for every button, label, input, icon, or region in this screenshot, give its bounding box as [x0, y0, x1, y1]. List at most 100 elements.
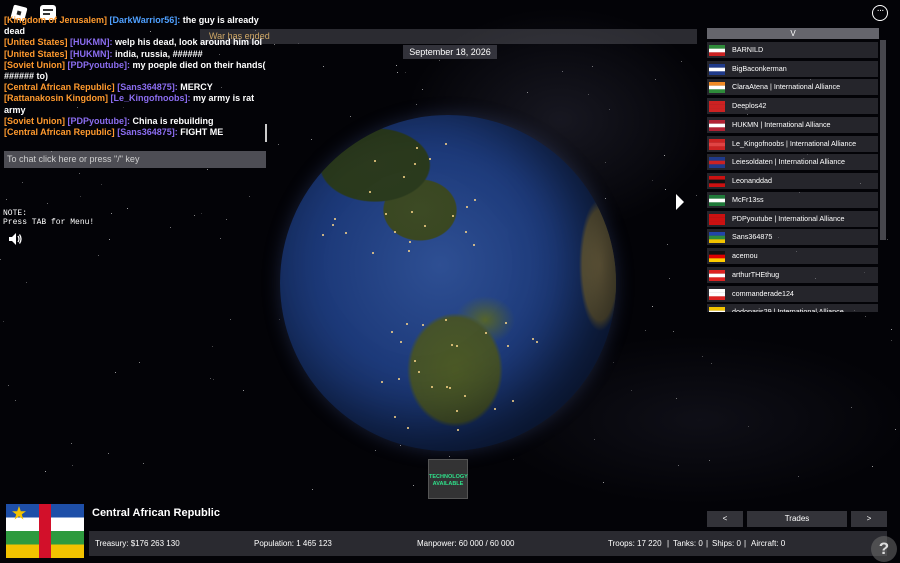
star	[422, 89, 423, 90]
star	[201, 213, 202, 214]
player-name: dodoparis29 | International Alliance	[732, 307, 844, 312]
player-name: ClaraAtena | International Alliance	[732, 82, 841, 92]
star	[872, 466, 873, 467]
chat-country-tag: [Central African Republic]	[4, 127, 115, 138]
star	[711, 363, 712, 364]
chat-input[interactable]: To chat click here or press "/" key	[4, 151, 266, 168]
star	[652, 180, 653, 181]
chat-message: [Soviet Union] [PDPyoutube]: my poeple d…	[4, 60, 266, 82]
star	[109, 239, 110, 240]
player-flag-icon	[709, 101, 725, 112]
chat-username[interactable]: [Le_Kingofnoobs]:	[111, 93, 191, 103]
star	[8, 385, 9, 386]
star	[212, 346, 213, 347]
player-row[interactable]: McFr13ss	[707, 191, 878, 208]
next-button[interactable]: >	[851, 511, 887, 527]
player-row[interactable]: Leiesoldaten | International Alliance	[707, 154, 878, 171]
player-flag-icon	[709, 44, 725, 56]
player-row[interactable]: arthurTHEthug	[707, 266, 878, 283]
player-name: Sans364875	[732, 232, 773, 242]
player-flag-icon	[709, 63, 725, 75]
more-menu-icon[interactable]: ···	[872, 5, 888, 21]
star	[891, 340, 892, 341]
star	[6, 199, 7, 200]
city-light	[465, 231, 467, 233]
population-stat: Population: 1 465 123	[254, 539, 332, 548]
chat-username[interactable]: [HUKMN]:	[70, 37, 113, 47]
city-light	[406, 323, 408, 325]
star	[652, 306, 653, 307]
player-flag-icon	[709, 138, 725, 150]
city-light	[485, 332, 487, 334]
chat-message: [United States] [HUKMN]: india, russia, …	[4, 49, 266, 60]
earth-globe[interactable]	[280, 115, 616, 451]
city-light	[345, 232, 347, 234]
player-row[interactable]: BigBaconkerman	[707, 60, 878, 77]
stat-separator: |	[667, 539, 670, 548]
player-row[interactable]: ClaraAtena | International Alliance	[707, 79, 878, 96]
technology-available-button[interactable]: TECHNOLOGY AVAILABLE	[428, 459, 468, 499]
chat-username[interactable]: [PDPyoutube]:	[68, 60, 131, 70]
city-light	[532, 338, 534, 340]
player-name: Leiesoldaten | International Alliance	[732, 157, 845, 167]
chat-country-tag: [Soviet Union]	[4, 59, 65, 70]
star	[655, 79, 656, 80]
star	[350, 116, 351, 117]
player-list-header[interactable]: V	[707, 28, 879, 39]
player-row[interactable]: HUKMN | International Alliance	[707, 116, 878, 133]
player-row[interactable]: commanderade124	[707, 285, 878, 302]
chat-message: [Kingdom of Jerusalem] [DarkWarrior56]: …	[4, 15, 266, 37]
city-light	[456, 410, 458, 412]
player-row[interactable]: Leonanddad	[707, 173, 878, 189]
player-row[interactable]: PDPyoutube | International Alliance	[707, 210, 878, 227]
player-row[interactable]: Sans364875	[707, 229, 878, 246]
star	[678, 465, 679, 466]
chat-username[interactable]: [Sans364875]:	[117, 127, 178, 137]
trades-button[interactable]: Trades	[747, 511, 847, 527]
city-light	[394, 416, 396, 418]
war-status-banner: War has ended	[200, 29, 697, 44]
player-name: Leonanddad	[732, 176, 772, 185]
star	[278, 144, 279, 145]
star	[111, 213, 112, 214]
chat-country-tag: [Kingdom of Jerusalem]	[4, 15, 108, 25]
star	[527, 92, 528, 93]
star	[210, 378, 211, 379]
chat-username[interactable]: [PDPyoutube]:	[68, 116, 131, 126]
chat-message-text: China is rebuilding	[132, 115, 214, 126]
player-row[interactable]: acemou	[707, 248, 878, 264]
star	[605, 198, 606, 199]
city-light	[407, 427, 409, 429]
city-light	[391, 331, 393, 333]
star	[669, 278, 670, 279]
city-light	[449, 387, 451, 389]
player-row[interactable]: Le_Kingofnoobs | International Alliance	[707, 135, 878, 152]
chat-username[interactable]: [HUKMN]:	[70, 49, 113, 59]
star	[562, 71, 563, 72]
player-row[interactable]: dodoparis29 | International Alliance	[707, 304, 878, 312]
player-list-scrollbar[interactable]	[880, 40, 886, 240]
city-light	[385, 213, 387, 215]
player-row[interactable]: BARNILD	[707, 41, 878, 58]
tech-label-line1: TECHNOLOGY	[429, 474, 468, 480]
star	[748, 426, 749, 427]
chat-username[interactable]: [DarkWarrior56]:	[110, 15, 181, 25]
star	[194, 215, 195, 216]
chat-username[interactable]: [Sans364875]:	[117, 82, 178, 92]
player-row[interactable]: Deeplos42	[707, 98, 878, 114]
prev-button[interactable]: <	[707, 511, 743, 527]
player-flag-icon	[709, 251, 725, 262]
speaker-icon[interactable]	[9, 233, 23, 245]
star	[323, 66, 324, 67]
star	[72, 465, 73, 466]
star	[22, 182, 23, 183]
chat-message: [United States] [HUKMN]: welp his dead, …	[4, 37, 266, 48]
star	[0, 259, 1, 260]
city-light	[334, 218, 336, 220]
city-light	[445, 143, 447, 145]
treasury-stat: Treasury: $176 263 130	[95, 539, 180, 548]
stat-separator: |	[744, 539, 747, 548]
chat-scrollbar[interactable]	[265, 124, 267, 142]
player-name: McFr13ss	[732, 194, 764, 204]
help-button[interactable]: ?	[871, 536, 897, 562]
